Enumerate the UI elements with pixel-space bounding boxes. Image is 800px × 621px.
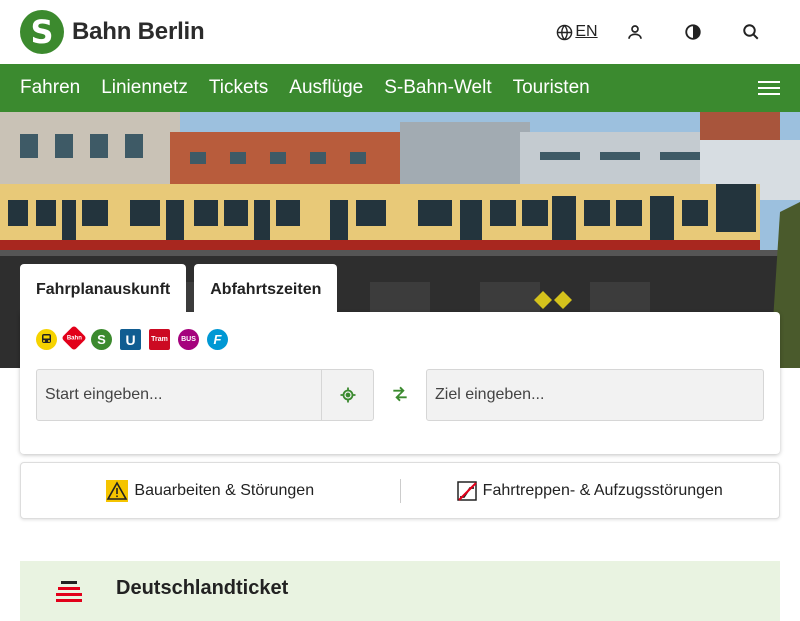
warning-icon (106, 479, 129, 502)
s-bahn-icon[interactable]: S (91, 329, 112, 350)
header-actions: EN (548, 12, 780, 52)
tram-icon[interactable]: Tram (149, 329, 170, 350)
escalator-disruption-icon (456, 480, 477, 501)
construction-alert-label: Bauarbeiten & Störungen (134, 481, 315, 499)
db-bahn-icon[interactable]: Bahn (61, 325, 87, 351)
tab-fahrplanauskunft[interactable]: Fahrplanauskunft (20, 264, 187, 316)
language-label: EN (575, 23, 598, 40)
deutschlandticket-teaser[interactable]: Deutschlandticket (20, 561, 780, 621)
contrast-toggle[interactable] (664, 12, 722, 52)
nav-item-fahren[interactable]: Fahren (20, 77, 80, 99)
planner-tabs: Fahrplanauskunft Abfahrtszeiten (20, 264, 338, 316)
nav-item-ausfluege[interactable]: Ausflüge (289, 77, 363, 99)
nav-item-s-bahn-welt[interactable]: S-Bahn-Welt (384, 77, 491, 99)
search-icon (743, 24, 759, 40)
nav-item-touristen[interactable]: Touristen (513, 77, 590, 99)
user-icon (628, 25, 642, 39)
account-button[interactable] (606, 12, 664, 52)
destination-input[interactable]: Ziel eingeben... (426, 369, 764, 421)
construction-alert-link[interactable]: Bauarbeiten & Störungen (21, 479, 400, 502)
contrast-icon (685, 24, 701, 40)
regional-train-icon[interactable] (36, 329, 57, 350)
u-bahn-icon[interactable]: U (120, 329, 141, 350)
bus-icon[interactable]: BUS (178, 329, 199, 350)
nav-item-tickets[interactable]: Tickets (209, 77, 268, 99)
brand-name: Bahn Berlin (72, 18, 205, 45)
start-input[interactable]: Start eingeben... (36, 369, 374, 421)
start-placeholder: Start eingeben... (45, 386, 163, 403)
main-navigation: Fahren Liniennetz Tickets Ausflüge S-Bah… (0, 64, 800, 112)
globe-icon (557, 24, 573, 40)
deutschlandticket-title: Deutschlandticket (116, 577, 289, 599)
location-crosshair-icon (340, 387, 355, 403)
hamburger-icon[interactable] (758, 81, 780, 95)
disruption-links: Bauarbeiten & Störungen Fahrtreppen- & A… (20, 462, 780, 519)
locate-button[interactable] (321, 370, 373, 420)
swap-button[interactable] (390, 384, 410, 404)
search-button[interactable] (722, 12, 780, 52)
ferry-icon[interactable]: F (207, 329, 228, 350)
destination-placeholder: Ziel eingeben... (435, 386, 545, 403)
escalator-alert-label: Fahrtreppen- & Aufzugsstörungen (482, 481, 723, 499)
escalator-alert-link[interactable]: Fahrtreppen- & Aufzugsstörungen (401, 480, 780, 501)
transport-mode-filters: Bahn S U Tram BUS F (36, 325, 228, 351)
tab-abfahrtszeiten[interactable]: Abfahrtszeiten (194, 264, 338, 316)
language-switch[interactable]: EN (548, 12, 606, 52)
site-header: S Bahn Berlin EN (0, 0, 800, 64)
swap-arrows-icon (393, 386, 407, 402)
s-bahn-logo[interactable]: S Bahn Berlin (20, 10, 205, 54)
deutschlandticket-logo-icon (56, 581, 82, 602)
nav-item-liniennetz[interactable]: Liniennetz (101, 77, 188, 99)
s-logo-icon: S (20, 10, 64, 54)
journey-planner: Bahn S U Tram BUS F Start eingeben... Zi… (20, 312, 780, 454)
